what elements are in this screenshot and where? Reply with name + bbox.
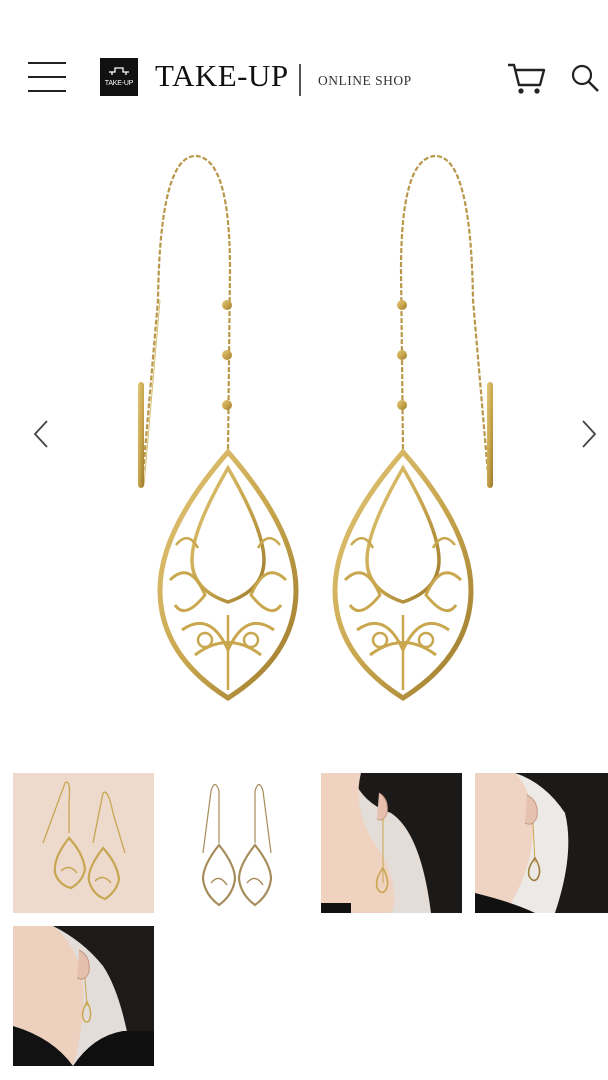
earrings-illustration bbox=[138, 154, 493, 701]
cart-icon[interactable] bbox=[506, 60, 548, 96]
brand-divider bbox=[299, 64, 301, 96]
search-icon[interactable] bbox=[569, 62, 601, 94]
thumbnail-earrings-white[interactable] bbox=[167, 773, 308, 913]
chevron-left-icon[interactable] bbox=[30, 418, 54, 450]
brand-logo-mark[interactable]: TAKE-UP bbox=[100, 58, 138, 96]
online-shop-label: ONLINE SHOP bbox=[318, 73, 412, 88]
left-earring bbox=[138, 154, 299, 701]
logo-mark-text: TAKE-UP bbox=[104, 80, 134, 87]
site-header: TAKE-UP TAKE-UP ONLINE SHOP bbox=[0, 0, 608, 150]
thumbnail-earrings-beige[interactable] bbox=[13, 773, 154, 913]
brand-name[interactable]: TAKE-UP bbox=[155, 58, 289, 94]
product-main-image[interactable] bbox=[0, 150, 608, 710]
right-earring bbox=[332, 154, 493, 701]
thumbnail-model-1[interactable] bbox=[321, 773, 462, 913]
thumbnail-model-3[interactable] bbox=[13, 926, 154, 1066]
thumbnail-model-2[interactable] bbox=[475, 773, 608, 913]
chevron-right-icon[interactable] bbox=[576, 418, 600, 450]
hamburger-menu-icon[interactable] bbox=[28, 62, 66, 92]
